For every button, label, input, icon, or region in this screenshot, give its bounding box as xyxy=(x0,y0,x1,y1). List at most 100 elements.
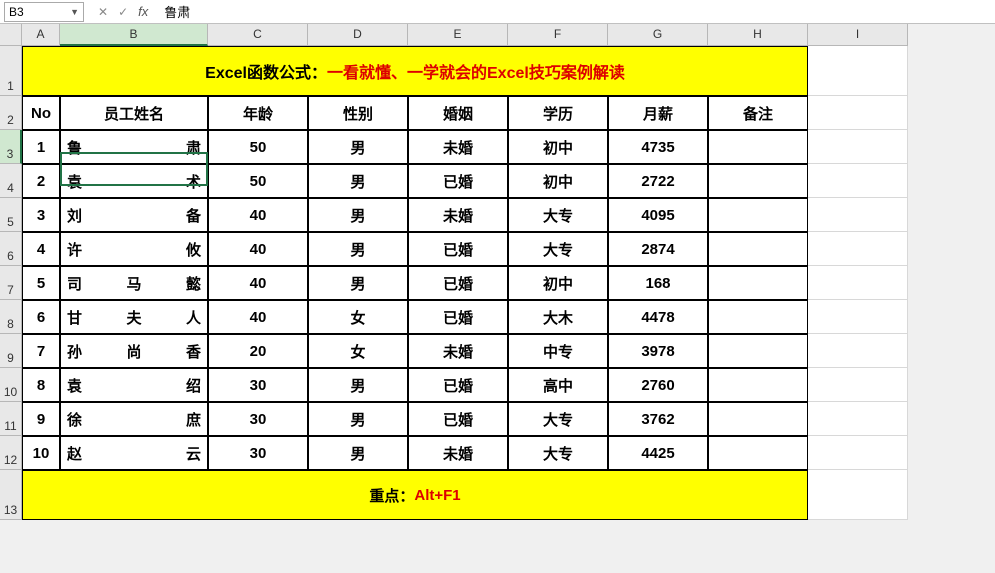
cell-age-7[interactable]: 30 xyxy=(208,368,308,402)
cell-I-8[interactable] xyxy=(808,300,908,334)
row-header-13[interactable]: 13 xyxy=(0,470,22,520)
cell-no-4[interactable]: 5 xyxy=(22,266,60,300)
cell-name-1[interactable]: 袁术 xyxy=(60,164,208,198)
cell-name-8[interactable]: 徐庶 xyxy=(60,402,208,436)
title-cell[interactable]: Excel函数公式：一看就懂、一学就会的Excel技巧案例解读 xyxy=(22,46,808,96)
cell-name-5[interactable]: 甘夫人 xyxy=(60,300,208,334)
cell-I-4[interactable] xyxy=(808,164,908,198)
row-header-5[interactable]: 5 xyxy=(0,198,22,232)
cell-salary-0[interactable]: 4735 xyxy=(608,130,708,164)
cell-remark-4[interactable] xyxy=(708,266,808,300)
row-header-2[interactable]: 2 xyxy=(0,96,22,130)
header-marriage[interactable]: 婚姻 xyxy=(408,96,508,130)
cell-gender-1[interactable]: 男 xyxy=(308,164,408,198)
row-header-3[interactable]: 3 xyxy=(0,130,22,164)
cell-no-8[interactable]: 9 xyxy=(22,402,60,436)
cell-no-5[interactable]: 6 xyxy=(22,300,60,334)
cell-edu-6[interactable]: 中专 xyxy=(508,334,608,368)
fx-icon[interactable]: fx xyxy=(138,4,148,19)
row-header-1[interactable]: 1 xyxy=(0,46,22,96)
cell-name-4[interactable]: 司马懿 xyxy=(60,266,208,300)
cell-age-9[interactable]: 30 xyxy=(208,436,308,470)
col-header-B[interactable]: B xyxy=(60,24,208,46)
cell-name-9[interactable]: 赵云 xyxy=(60,436,208,470)
col-header-D[interactable]: D xyxy=(308,24,408,46)
cell-remark-3[interactable] xyxy=(708,232,808,266)
row-header-10[interactable]: 10 xyxy=(0,368,22,402)
header-no[interactable]: No xyxy=(22,96,60,130)
cell-I-9[interactable] xyxy=(808,334,908,368)
cell-no-9[interactable]: 10 xyxy=(22,436,60,470)
cell-salary-3[interactable]: 2874 xyxy=(608,232,708,266)
cell-remark-9[interactable] xyxy=(708,436,808,470)
cell-I-10[interactable] xyxy=(808,368,908,402)
col-header-I[interactable]: I xyxy=(808,24,908,46)
cell-salary-4[interactable]: 168 xyxy=(608,266,708,300)
cell-marriage-9[interactable]: 未婚 xyxy=(408,436,508,470)
cell-I1[interactable] xyxy=(808,46,908,96)
row-header-7[interactable]: 7 xyxy=(0,266,22,300)
cell-no-7[interactable]: 8 xyxy=(22,368,60,402)
header-edu[interactable]: 学历 xyxy=(508,96,608,130)
cell-edu-8[interactable]: 大专 xyxy=(508,402,608,436)
cell-no-2[interactable]: 3 xyxy=(22,198,60,232)
cell-gender-0[interactable]: 男 xyxy=(308,130,408,164)
cell-no-1[interactable]: 2 xyxy=(22,164,60,198)
cell-no-0[interactable]: 1 xyxy=(22,130,60,164)
cell-no-6[interactable]: 7 xyxy=(22,334,60,368)
row-header-4[interactable]: 4 xyxy=(0,164,22,198)
confirm-icon[interactable]: ✓ xyxy=(118,5,128,19)
cell-gender-3[interactable]: 男 xyxy=(308,232,408,266)
select-all-corner[interactable] xyxy=(0,24,22,46)
header-age[interactable]: 年龄 xyxy=(208,96,308,130)
col-header-C[interactable]: C xyxy=(208,24,308,46)
cell-age-3[interactable]: 40 xyxy=(208,232,308,266)
cell-I-3[interactable] xyxy=(808,130,908,164)
cell-salary-8[interactable]: 3762 xyxy=(608,402,708,436)
cell-age-8[interactable]: 30 xyxy=(208,402,308,436)
cell-marriage-5[interactable]: 已婚 xyxy=(408,300,508,334)
cell-I-12[interactable] xyxy=(808,436,908,470)
cell-remark-7[interactable] xyxy=(708,368,808,402)
cell-salary-7[interactable]: 2760 xyxy=(608,368,708,402)
cell-salary-1[interactable]: 2722 xyxy=(608,164,708,198)
header-gender[interactable]: 性别 xyxy=(308,96,408,130)
cell-I-6[interactable] xyxy=(808,232,908,266)
cell-name-3[interactable]: 许攸 xyxy=(60,232,208,266)
footer-cell[interactable]: 重点：Alt+F1 xyxy=(22,470,808,520)
cell-gender-6[interactable]: 女 xyxy=(308,334,408,368)
cell-I-11[interactable] xyxy=(808,402,908,436)
cell-I13[interactable] xyxy=(808,470,908,520)
cell-no-3[interactable]: 4 xyxy=(22,232,60,266)
cell-name-7[interactable]: 袁绍 xyxy=(60,368,208,402)
name-box[interactable]: B3 ▼ xyxy=(4,2,84,22)
row-header-9[interactable]: 9 xyxy=(0,334,22,368)
row-header-12[interactable]: 12 xyxy=(0,436,22,470)
col-header-G[interactable]: G xyxy=(608,24,708,46)
cell-gender-9[interactable]: 男 xyxy=(308,436,408,470)
cell-edu-3[interactable]: 大专 xyxy=(508,232,608,266)
cell-I2[interactable] xyxy=(808,96,908,130)
cell-salary-9[interactable]: 4425 xyxy=(608,436,708,470)
cell-edu-0[interactable]: 初中 xyxy=(508,130,608,164)
cell-salary-2[interactable]: 4095 xyxy=(608,198,708,232)
cell-remark-2[interactable] xyxy=(708,198,808,232)
cell-marriage-1[interactable]: 已婚 xyxy=(408,164,508,198)
cell-gender-5[interactable]: 女 xyxy=(308,300,408,334)
cell-remark-1[interactable] xyxy=(708,164,808,198)
cell-remark-0[interactable] xyxy=(708,130,808,164)
cancel-icon[interactable]: ✕ xyxy=(98,5,108,19)
cell-gender-8[interactable]: 男 xyxy=(308,402,408,436)
col-header-H[interactable]: H xyxy=(708,24,808,46)
cell-remark-5[interactable] xyxy=(708,300,808,334)
cell-edu-4[interactable]: 初中 xyxy=(508,266,608,300)
cell-name-6[interactable]: 孙尚香 xyxy=(60,334,208,368)
formula-input[interactable] xyxy=(160,2,991,22)
cell-I-5[interactable] xyxy=(808,198,908,232)
cell-remark-6[interactable] xyxy=(708,334,808,368)
cell-gender-4[interactable]: 男 xyxy=(308,266,408,300)
cell-marriage-0[interactable]: 未婚 xyxy=(408,130,508,164)
cell-edu-5[interactable]: 大木 xyxy=(508,300,608,334)
cell-marriage-4[interactable]: 已婚 xyxy=(408,266,508,300)
cell-gender-7[interactable]: 男 xyxy=(308,368,408,402)
